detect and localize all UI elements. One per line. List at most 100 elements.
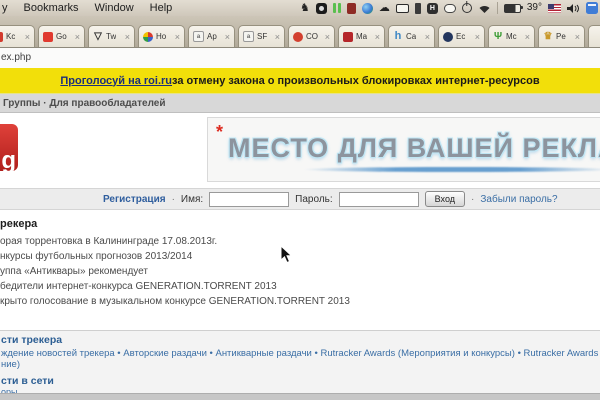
red-app-icon[interactable] [347,3,356,14]
login-bar: Регистрация · Имя: Пароль: Вход · Забыли… [0,188,600,210]
register-link[interactable]: Регистрация [103,194,166,205]
bottom-strip [0,393,600,400]
tab-favicon [43,32,53,42]
tab-favicon: a [243,31,254,42]
petition-banner: Проголосуй на roi.ru за отмену закона о … [0,68,600,93]
temperature-label[interactable]: 39° [527,2,542,14]
tab-label: Ec [456,32,465,41]
tab-favicon [293,32,303,42]
battery-icon[interactable] [504,4,521,13]
status-separator [497,2,498,14]
name-input[interactable] [209,192,289,207]
tab-favicon: h [393,32,403,42]
chat-bubble-icon[interactable] [444,4,456,13]
tracker-news-links-wrap[interactable]: ние) [1,359,20,370]
black-app-icon[interactable] [316,3,327,14]
browser-tab[interactable]: Ho × [138,25,185,47]
menu-item[interactable]: Help [150,2,173,14]
net-news-heading[interactable]: сти в сети [1,375,54,387]
tab-close-icon[interactable]: × [325,32,330,42]
tab-label: SF [257,32,267,41]
tabs: Kc × Go × ▽ Tw × Ho × [0,25,600,47]
tab-close-icon[interactable]: × [125,32,130,42]
dark-app-icon[interactable] [415,3,421,14]
h-app-icon[interactable] [427,3,438,14]
browser-tab[interactable]: Ψ Mc × [488,25,535,47]
menu-status-icons: ♞ ☁ 39° [300,0,598,16]
menu-item[interactable]: y [2,2,8,14]
password-input[interactable] [339,192,419,207]
tab-close-icon[interactable]: × [575,32,580,42]
tab-close-icon[interactable]: × [475,32,480,42]
tab-close-icon[interactable]: × [75,32,80,42]
browser-tab[interactable]: × [588,25,600,47]
app-glyph-icon[interactable]: ♞ [300,2,310,14]
tab-label: Go [56,32,67,41]
site-menu-links[interactable]: Группы · Для правообладателей [0,98,166,109]
tracker-news-heading[interactable]: сти трекера [1,334,62,346]
tab-favicon: ♛ [543,32,553,42]
tracker-news-links[interactable]: ждение новостей трекера • Авторские разд… [1,348,598,359]
tab-favicon: a [193,31,204,42]
calendar-icon[interactable] [586,2,598,14]
globe-icon[interactable] [362,3,373,14]
tab-label: Pe [556,32,566,41]
site-logo[interactable]: g [0,124,18,171]
news-heading: рекера [0,218,37,230]
tab-close-icon[interactable]: × [525,32,530,42]
browser-tab[interactable]: Go × [38,25,85,47]
news-list: орая торрентовка в Калининграде 17.08.20… [0,234,560,309]
forgot-password-link[interactable]: Забыли пароль? [480,194,557,205]
link-sections: сти трекера ждение новостей трекера • Ав… [0,330,600,393]
tab-close-icon[interactable]: × [425,32,430,42]
tab-favicon [343,32,353,42]
logo-glyph: g [1,147,16,171]
news-item[interactable]: крыто голосование в музыкальном конкурсе… [0,294,560,309]
news-item[interactable]: орая торрентовка в Калининграде 17.08.20… [0,234,560,249]
password-label: Пароль: [295,194,332,205]
news-item[interactable]: уппа «Антиквары» рекомендует [0,264,560,279]
tab-close-icon[interactable]: × [375,32,380,42]
ad-banner[interactable]: * МЕСТО ДЛЯ ВАШЕЙ РЕКЛАМЫ [207,117,600,182]
ad-swoosh-decoration [303,167,600,172]
tab-close-icon[interactable]: × [275,32,280,42]
tab-label: Ap [207,32,217,41]
browser-tab[interactable]: Ma × [338,25,385,47]
browser-tab[interactable]: Kc × [0,25,35,47]
news-item[interactable]: нкурсы футбольных прогнозов 2013/2014 [0,249,560,264]
power-icon[interactable] [462,3,472,13]
url-fragment: ex.php [1,52,31,63]
browser-tab[interactable]: Ec × [438,25,485,47]
tab-close-icon[interactable]: × [225,32,230,42]
display-icon[interactable] [396,4,409,13]
green-indicator-icon[interactable] [333,3,336,13]
browser-tab[interactable]: a Ap × [188,25,235,47]
tab-close-icon[interactable]: × [175,32,180,42]
cloud-icon[interactable]: ☁ [379,2,390,14]
menu-items: y Bookmarks Window Help [0,2,172,14]
browser-tab[interactable]: ♛ Pe × [538,25,585,47]
news-item[interactable]: бедители интернет-конкурса GENERATION.TO… [0,279,560,294]
login-button[interactable]: Вход [425,191,465,207]
tab-favicon: ▽ [93,32,103,42]
menu-item[interactable]: Window [95,2,134,14]
volume-icon[interactable] [567,2,580,14]
input-flag-icon[interactable] [548,4,561,13]
browser-tab[interactable]: ▽ Tw × [88,25,135,47]
site-menu-bar: Группы · Для правообладателей [0,93,600,113]
menu-item[interactable]: Bookmarks [24,2,79,14]
url-strip: ex.php [0,48,600,68]
wifi-icon[interactable] [478,2,491,14]
tab-close-icon[interactable]: × [25,32,30,42]
tab-label: Ca [406,32,416,41]
petition-link[interactable]: Проголосуй на roi.ru [60,75,172,87]
tab-favicon: Ψ [493,32,503,42]
browser-tab[interactable]: CO × [288,25,335,47]
browser-tab[interactable]: h Ca × [388,25,435,47]
tab-favicon [143,32,153,42]
browser-tab[interactable]: a SF × [238,25,285,47]
separator-dot: · [471,194,474,205]
tab-favicon [0,32,3,42]
tab-label: Ho [156,32,166,41]
tab-label: Kc [6,32,15,41]
